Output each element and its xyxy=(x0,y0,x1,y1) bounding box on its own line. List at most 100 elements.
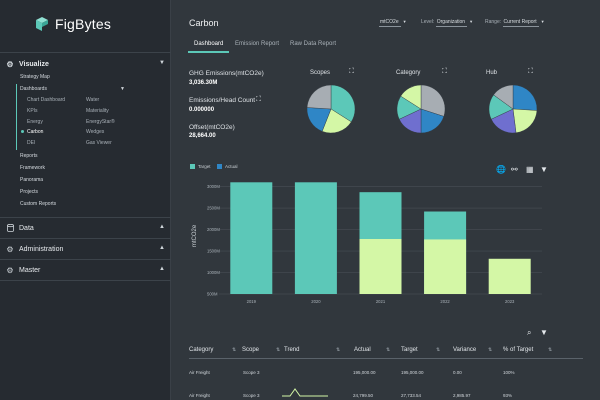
tab-dashboard[interactable]: Dashboard xyxy=(194,41,223,47)
th-trend[interactable]: Trend xyxy=(284,347,299,353)
download-icon[interactable]: ▼ xyxy=(540,165,548,174)
database-icon xyxy=(6,224,14,232)
level-select[interactable]: Level: Organization ▼ xyxy=(421,19,473,27)
sidebar-item-carbon[interactable]: Carbon xyxy=(27,129,43,135)
logo[interactable]: FigBytes xyxy=(36,16,111,32)
expand-icon[interactable]: ⛶ xyxy=(349,68,354,76)
cell-target: 27,733.54 xyxy=(401,393,422,398)
expand-icon[interactable]: ⛶ xyxy=(442,68,447,76)
divider xyxy=(0,52,171,53)
nav-section-master[interactable]: ⚙ Master ▲ xyxy=(0,261,171,279)
active-indicator xyxy=(16,84,17,150)
gear-icon: ⚙ xyxy=(6,265,14,275)
bar-actual-2021[interactable] xyxy=(359,239,402,294)
legend-item-target[interactable]: Target xyxy=(190,164,211,169)
sidebar-item-chart-dashboard[interactable]: Chart Dashboard xyxy=(27,97,65,103)
sidebar-item-projects[interactable]: Projects xyxy=(20,189,38,195)
th-actual[interactable]: Actual xyxy=(354,347,371,353)
range-value: Current Report xyxy=(502,19,539,27)
download-icon[interactable]: ▼ xyxy=(540,328,548,337)
sidebar-item-dashboards[interactable]: Dashboards xyxy=(20,86,47,92)
sidebar-item-custom-reports[interactable]: Custom Reports xyxy=(20,201,56,207)
sidebar-item-energystar[interactable]: EnergyStar® xyxy=(86,119,115,125)
tab-emission-report[interactable]: Emission Report xyxy=(235,41,279,47)
x-tick-label: 2022 xyxy=(440,299,450,304)
legend-item-actual[interactable]: Actual xyxy=(217,164,238,169)
kpi-perhead-label: Emissions/Head Count xyxy=(189,97,256,104)
pie-chart-hub[interactable] xyxy=(488,84,538,134)
th-scope[interactable]: Scope xyxy=(242,347,259,353)
sidebar-item-wedges[interactable]: Wedges xyxy=(86,129,104,135)
sidebar-item-dei[interactable]: DEI xyxy=(27,140,35,146)
bar-target-2020[interactable] xyxy=(294,182,337,294)
section-label: Data xyxy=(19,224,34,232)
legend-swatch xyxy=(217,164,222,169)
y-tick-label: 1000M xyxy=(207,270,220,275)
sort-icon[interactable]: ⇅ xyxy=(544,347,552,353)
search-icon[interactable]: ⌕ xyxy=(527,328,531,338)
pie-slice[interactable] xyxy=(512,84,538,111)
tab-raw-data-report[interactable]: Raw Data Report xyxy=(290,41,336,47)
pie-chart-scopes[interactable] xyxy=(306,84,356,134)
chevron-up-icon: ▲ xyxy=(159,245,165,251)
network-icon[interactable]: ⚯ xyxy=(511,165,518,174)
sidebar: FigBytes ⚙ Visualize ▼ Strategy Map Dash… xyxy=(0,0,171,400)
section-label: Administration xyxy=(19,245,64,253)
pie-slice[interactable] xyxy=(306,84,332,110)
nav-section-data[interactable]: Data ▲ xyxy=(0,219,171,237)
sort-icon[interactable]: ⇅ xyxy=(332,347,340,353)
gear-icon: ⚙ xyxy=(6,59,14,69)
sort-icon[interactable]: ⇅ xyxy=(484,347,492,353)
range-select[interactable]: Range: Current Report ▼ xyxy=(485,19,545,27)
nav-section-administration[interactable]: ⚙ Administration ▲ xyxy=(0,240,171,258)
sidebar-item-water[interactable]: Water xyxy=(86,97,99,103)
y-axis-label: mtCO2e xyxy=(192,224,198,247)
sort-icon[interactable]: ⇅ xyxy=(272,347,280,353)
legend-swatch xyxy=(190,164,195,169)
sort-icon[interactable]: ⇅ xyxy=(382,347,390,353)
expand-icon[interactable]: ⛶ xyxy=(256,96,261,104)
expand-icon[interactable]: ⛶ xyxy=(528,68,533,76)
bar-target-2019[interactable] xyxy=(230,182,273,294)
kpi-ghg-label: GHG Emissions(mtCO2e) xyxy=(189,70,264,77)
table-icon[interactable]: ▦ xyxy=(526,165,534,174)
sidebar-item-reports[interactable]: Reports xyxy=(20,153,38,159)
bar-chart-panel: Target Actual 🌐 ⚯ ▦ ▼ mtCO2e 500M 1000M 150… xyxy=(190,160,590,320)
th-label: Variance xyxy=(453,347,477,353)
y-tick-label: 2500M xyxy=(207,206,220,211)
cell-category: Air Freight xyxy=(189,370,210,375)
bar-actual-2023[interactable] xyxy=(488,258,531,294)
bar-chart[interactable]: mtCO2e 500M 1000M 1500M 2000M 2500M 3000M 2019 2… xyxy=(190,174,590,320)
sort-icon[interactable]: ⇅ xyxy=(228,347,236,353)
pie-chart-category[interactable] xyxy=(396,84,446,134)
sidebar-item-framework[interactable]: Framework xyxy=(20,165,45,171)
th-category[interactable]: Category xyxy=(189,347,213,353)
th-target[interactable]: Target xyxy=(401,347,418,353)
kpi-offset-value: 28,664.00 xyxy=(189,133,216,139)
pie-slice[interactable] xyxy=(512,108,538,134)
globe-icon[interactable]: 🌐 xyxy=(496,165,506,174)
th-pct-target[interactable]: % of Target xyxy=(503,347,533,353)
sidebar-item-energy[interactable]: Energy xyxy=(27,119,43,125)
figbytes-logo-icon xyxy=(36,17,48,31)
unit-select[interactable]: mtCO2e ▼ xyxy=(379,19,407,27)
sidebar-item-kpis[interactable]: KPIs xyxy=(27,108,38,114)
pie-title-category: Category xyxy=(396,70,421,76)
sidebar-item-panorama[interactable]: Panorama xyxy=(20,177,43,183)
chevron-down-icon: ▼ xyxy=(120,86,125,92)
sort-icon[interactable]: ⇅ xyxy=(432,347,440,353)
x-tick-label: 2020 xyxy=(311,299,321,304)
divider xyxy=(0,238,171,239)
trend-sparkline xyxy=(282,388,328,397)
th-variance[interactable]: Variance xyxy=(453,347,476,353)
th-label: % of Target xyxy=(503,347,534,353)
sidebar-item-materiality[interactable]: Materiality xyxy=(86,108,109,114)
cell-variance: 2,985.97 xyxy=(453,393,471,398)
x-tick-label: 2019 xyxy=(247,299,257,304)
bar-actual-2022[interactable] xyxy=(424,239,467,294)
nav-section-visualize[interactable]: ⚙ Visualize ▼ xyxy=(0,55,171,73)
sidebar-item-gas-viewer[interactable]: Gas Viewer xyxy=(86,140,112,146)
range-label: Range: xyxy=(485,19,502,25)
y-tick-label: 500M xyxy=(207,292,218,297)
sidebar-item-strategy-map[interactable]: Strategy Map xyxy=(20,74,50,80)
